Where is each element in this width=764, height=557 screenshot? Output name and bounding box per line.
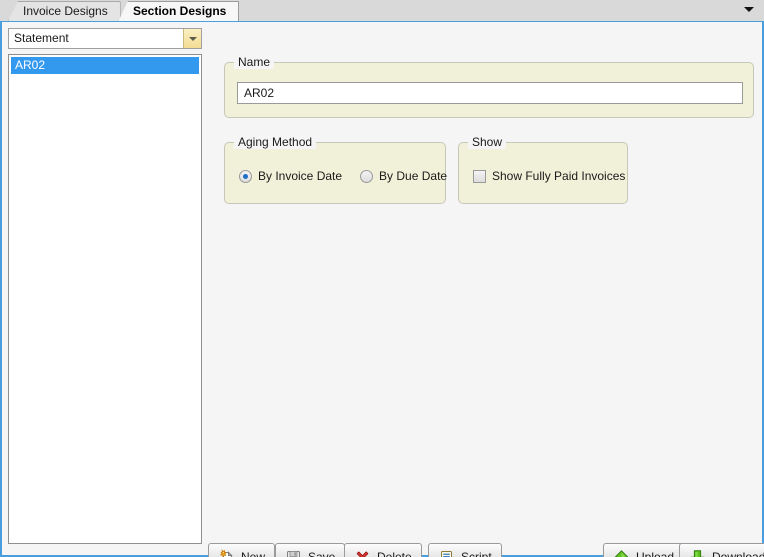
download-button[interactable]: Download xyxy=(679,543,764,557)
script-button-label: Script xyxy=(461,550,492,557)
new-document-icon xyxy=(218,548,235,557)
chevron-down-icon[interactable] xyxy=(744,7,754,12)
radio-by-due-date[interactable]: By Due Date xyxy=(360,169,447,183)
name-group: Name xyxy=(224,55,754,118)
radio-by-due-date-label: By Due Date xyxy=(379,169,448,183)
chevron-down-icon[interactable] xyxy=(183,29,201,48)
tab-section-designs[interactable]: Section Designs xyxy=(118,1,240,22)
radio-selected-icon[interactable] xyxy=(239,169,252,183)
checkbox-unchecked-icon[interactable] xyxy=(473,169,486,183)
save-button[interactable]: Save xyxy=(275,543,346,557)
name-group-title: Name xyxy=(234,55,275,69)
tab-section-designs-label: Section Designs xyxy=(133,4,227,18)
green-down-arrow-icon xyxy=(689,549,706,557)
script-button[interactable]: Script xyxy=(428,543,502,557)
content-panel: Statement AR02 Name Aging Method By Invo… xyxy=(0,21,764,557)
upload-button[interactable]: Upload xyxy=(603,543,685,557)
list-item[interactable]: AR02 xyxy=(11,57,199,74)
delete-button[interactable]: Delete xyxy=(344,543,422,557)
new-button[interactable]: New xyxy=(208,543,276,557)
tab-strip: Invoice Designs Section Designs xyxy=(0,0,764,22)
green-up-arrow-icon xyxy=(613,549,630,557)
floppy-disk-icon xyxy=(285,549,302,557)
show-group: Show Show Fully Paid Invoices xyxy=(458,135,628,204)
new-button-label: New xyxy=(241,550,266,557)
section-designs-listbox[interactable]: AR02 xyxy=(8,54,202,544)
red-x-icon xyxy=(354,549,371,557)
upload-button-label: Upload xyxy=(636,550,675,557)
aging-method-group: Aging Method By Invoice Date By Due Date xyxy=(224,135,447,204)
radio-unselected-icon[interactable] xyxy=(360,169,374,183)
checkbox-show-fully-paid-invoices-label: Show Fully Paid Invoices xyxy=(492,169,626,183)
show-group-title: Show xyxy=(468,135,507,149)
delete-button-label: Delete xyxy=(377,550,412,557)
tab-invoice-designs[interactable]: Invoice Designs xyxy=(8,1,121,21)
design-type-selected-value: Statement xyxy=(14,31,69,45)
show-options: Show Fully Paid Invoices xyxy=(473,169,625,183)
list-item-label: AR02 xyxy=(15,58,46,72)
checkbox-show-fully-paid-invoices[interactable]: Show Fully Paid Invoices xyxy=(473,169,625,183)
script-document-icon xyxy=(438,549,455,557)
tab-invoice-designs-label: Invoice Designs xyxy=(23,4,108,18)
application-window: Invoice Designs Section Designs Statemen… xyxy=(0,0,764,557)
aging-method-group-title: Aging Method xyxy=(234,135,317,149)
radio-by-invoice-date[interactable]: By Invoice Date xyxy=(239,169,342,183)
name-input[interactable] xyxy=(237,82,743,104)
download-button-label: Download xyxy=(712,550,764,557)
design-type-combobox[interactable]: Statement xyxy=(8,28,202,49)
aging-method-options: By Invoice Date By Due Date xyxy=(239,169,447,183)
radio-by-invoice-date-label: By Invoice Date xyxy=(258,169,343,183)
save-button-label: Save xyxy=(308,550,336,557)
